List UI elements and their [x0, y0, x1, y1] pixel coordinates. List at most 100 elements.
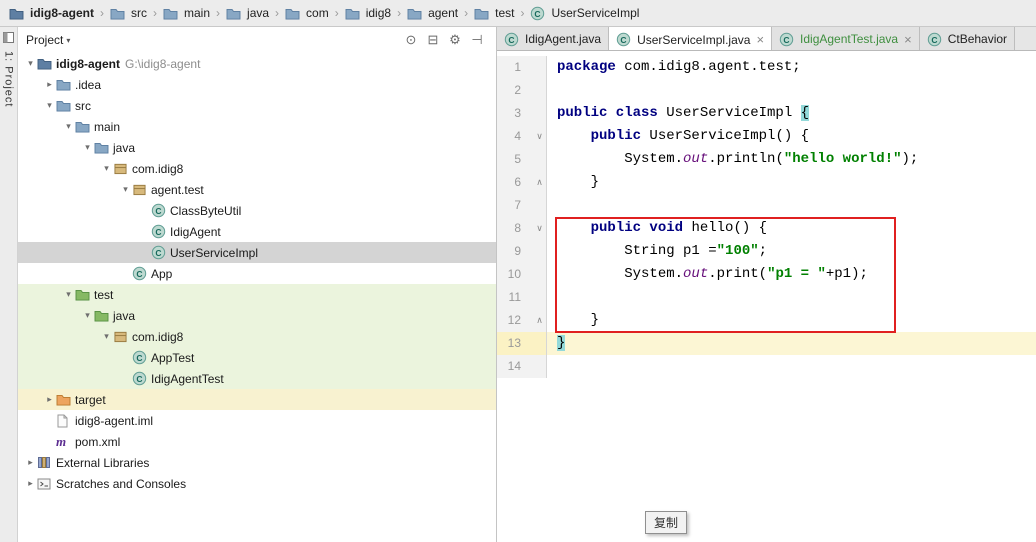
project-view-selector[interactable]: Project	[26, 33, 63, 47]
tree-row[interactable]: C AppTest	[18, 347, 496, 368]
editor-tab[interactable]: C CtBehavior	[919, 27, 1016, 50]
chevron-right-icon[interactable]: ▸	[24, 478, 37, 489]
chevron-right-icon[interactable]: ▸	[24, 457, 37, 468]
tree-row[interactable]: ▾ main	[18, 116, 496, 137]
locate-icon[interactable]: ⊙	[400, 32, 422, 48]
tree-item-label: External Libraries	[56, 455, 150, 470]
tree-row[interactable]: C App	[18, 263, 496, 284]
code-line[interactable]: 11	[497, 286, 1036, 309]
tree-row[interactable]: ▸ Scratches and Consoles	[18, 473, 496, 494]
chevron-down-icon[interactable]: ▾	[62, 289, 75, 300]
chevron-down-icon[interactable]: ▾	[81, 142, 94, 153]
svg-text:C: C	[155, 206, 161, 216]
editor-tab[interactable]: C IdigAgentTest.java ×	[772, 27, 920, 50]
fold-marker-icon[interactable]: ∧	[533, 309, 547, 332]
breadcrumb-item[interactable]: idig8	[342, 0, 394, 26]
code-line[interactable]: 1 package com.idig8.agent.test;	[497, 56, 1036, 79]
fold-column	[533, 240, 547, 263]
breadcrumb-item[interactable]: src	[107, 0, 150, 26]
folder-icon	[226, 7, 243, 20]
breadcrumb-item[interactable]: main	[160, 0, 213, 26]
hide-icon[interactable]: ⊣	[466, 32, 488, 48]
copy-tooltip: 复制	[645, 511, 688, 534]
token: out	[683, 266, 709, 282]
folder-excluded-icon	[56, 393, 73, 406]
chevron-right-icon[interactable]: ▸	[43, 79, 56, 90]
editor-tab[interactable]: C IdigAgent.java	[497, 27, 610, 50]
chevron-down-icon[interactable]: ▾	[24, 58, 37, 69]
code-line[interactable]: 4 ∨ public UserServiceImpl() {	[497, 125, 1036, 148]
breadcrumb-item[interactable]: java	[223, 0, 272, 26]
code-line[interactable]: 10 System.out.print("p1 = "+p1);	[497, 263, 1036, 286]
fold-marker-icon[interactable]: ∨	[533, 125, 547, 148]
code-area[interactable]: 1 package com.idig8.agent.test; 2 3 public c…	[497, 51, 1036, 542]
token: );	[901, 151, 919, 167]
chevron-down-icon[interactable]: ▾	[100, 331, 113, 342]
svg-text:C: C	[508, 34, 514, 44]
code-line[interactable]: 9 String p1 ="100";	[497, 240, 1036, 263]
code-line[interactable]: 13}	[497, 332, 1036, 355]
chevron-right-icon[interactable]: ▸	[43, 394, 56, 405]
close-icon[interactable]: ×	[902, 32, 912, 47]
tree-row[interactable]: ▸ target	[18, 389, 496, 410]
tree-row[interactable]: ▾ java	[18, 137, 496, 158]
token: hello() {	[691, 220, 768, 236]
chevron-down-icon[interactable]: ▾	[119, 184, 132, 195]
chevron-down-icon[interactable]: ▾	[66, 34, 70, 45]
fold-marker-icon[interactable]: ∧	[533, 171, 547, 194]
breadcrumb-bar: idig8-agent › src › main › java › com › idig8 › agen…	[0, 0, 1036, 27]
tree-row[interactable]: ▾ src	[18, 95, 496, 116]
token: String p1 =	[557, 243, 717, 259]
code-line[interactable]: 7	[497, 194, 1036, 217]
breadcrumb-item-label: idig8-agent	[30, 6, 95, 20]
chevron-down-icon[interactable]: ▾	[81, 310, 94, 321]
tree-row[interactable]: C UserServiceImpl	[18, 242, 496, 263]
tree-row[interactable]: C IdigAgentTest	[18, 368, 496, 389]
chevron-down-icon[interactable]: ▾	[43, 100, 56, 111]
tree-row[interactable]: ▾ idig8-agent G:\idig8-agent	[18, 53, 496, 74]
code-line[interactable]: 8 ∨ public void hello() {	[497, 217, 1036, 240]
code-line[interactable]: 14	[497, 355, 1036, 378]
token: public	[590, 128, 650, 144]
tree-row[interactable]: C IdigAgent	[18, 221, 496, 242]
breadcrumb-item[interactable]: idig8-agent	[6, 0, 97, 26]
token: out	[683, 151, 709, 167]
code-line[interactable]: 12 ∧ }	[497, 309, 1036, 332]
breadcrumb-item[interactable]: C UserServiceImpl	[527, 0, 642, 26]
code-line[interactable]: 6 ∧ }	[497, 171, 1036, 194]
breadcrumb-separator-icon: ›	[397, 6, 402, 20]
tree-row[interactable]: m pom.xml	[18, 431, 496, 452]
code-line[interactable]: 2	[497, 79, 1036, 102]
tree-row[interactable]: ▾ com.idig8	[18, 326, 496, 347]
code-text: public class UserServiceImpl {	[547, 102, 1036, 125]
tree-row[interactable]: C ClassByteUtil	[18, 200, 496, 221]
close-icon[interactable]: ×	[754, 32, 764, 47]
tree-row[interactable]: ▾ agent.test	[18, 179, 496, 200]
tree-row[interactable]: ▾ java	[18, 305, 496, 326]
tree-row[interactable]: ▸ External Libraries	[18, 452, 496, 473]
chevron-down-icon[interactable]: ▾	[100, 163, 113, 174]
code-line[interactable]: 3 public class UserServiceImpl {	[497, 102, 1036, 125]
tree-row[interactable]: ▸ .idea	[18, 74, 496, 95]
breadcrumb-item[interactable]: agent	[404, 0, 461, 26]
tree-item-label: ClassByteUtil	[170, 203, 242, 218]
fold-marker-icon[interactable]: ∨	[533, 217, 547, 240]
token: package	[557, 59, 625, 75]
token: "p1 = "	[767, 266, 826, 282]
tree-row[interactable]: ▾ test	[18, 284, 496, 305]
collapse-all-icon[interactable]: ⊟	[422, 32, 444, 48]
project-tool-button[interactable]: 1: Project	[0, 27, 17, 107]
settings-icon[interactable]: ⚙	[444, 32, 466, 48]
editor-tab[interactable]: C UserServiceImpl.java ×	[609, 27, 773, 50]
code-line[interactable]: 5 System.out.println("hello world!");	[497, 148, 1036, 171]
fold-column	[533, 102, 547, 125]
breadcrumb-item[interactable]: com	[282, 0, 332, 26]
chevron-down-icon[interactable]: ▾	[62, 121, 75, 132]
breadcrumb-item[interactable]: test	[471, 0, 517, 26]
tree-row[interactable]: idig8-agent.iml	[18, 410, 496, 431]
tree-row[interactable]: ▾ com.idig8	[18, 158, 496, 179]
